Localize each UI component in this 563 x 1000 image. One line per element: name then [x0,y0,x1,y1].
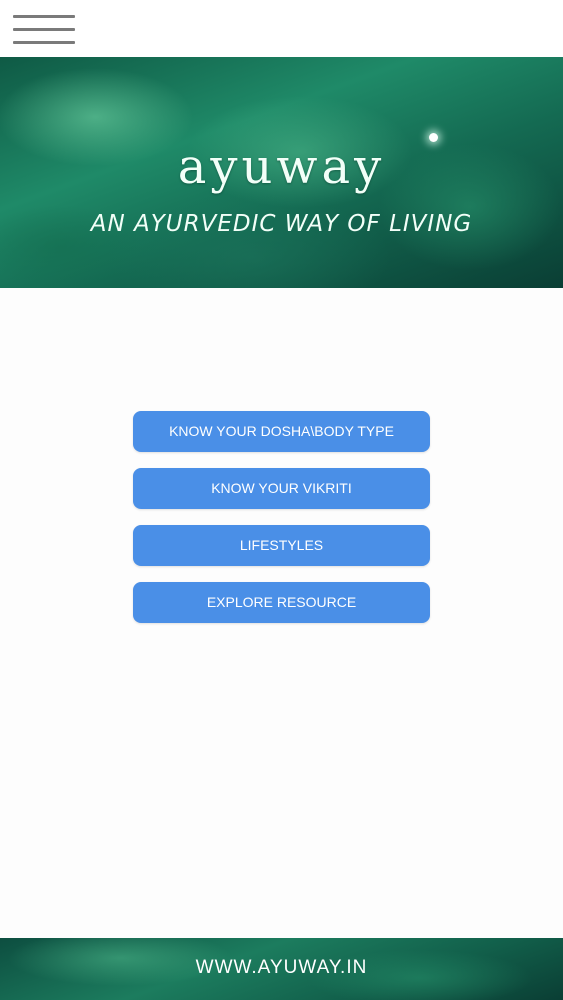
main-menu: KNOW YOUR DOSHA\BODY TYPE KNOW YOUR VIKR… [133,411,430,639]
top-bar [0,0,563,57]
hero-banner: ayuway AN AYURVEDIC WAY OF LIVING [0,57,563,288]
lifestyles-button[interactable]: LIFESTYLES [133,525,430,566]
hamburger-menu-icon[interactable] [13,14,75,46]
website-link[interactable]: WWW.AYUWAY.IN [0,954,563,982]
know-your-vikriti-button[interactable]: KNOW YOUR VIKRITI [133,468,430,509]
hamburger-line [13,28,75,31]
hamburger-line [13,15,75,18]
footer-bar: WWW.AYUWAY.IN [0,938,563,1000]
hamburger-line [13,41,75,44]
app-tagline: AN AYURVEDIC WAY OF LIVING [90,211,473,237]
app-screen: ayuway AN AYURVEDIC WAY OF LIVING KNOW Y… [0,0,563,1000]
know-your-dosha-button[interactable]: KNOW YOUR DOSHA\BODY TYPE [133,411,430,452]
explore-resource-button[interactable]: EXPLORE RESOURCE [133,582,430,623]
app-logo: ayuway [177,139,386,195]
